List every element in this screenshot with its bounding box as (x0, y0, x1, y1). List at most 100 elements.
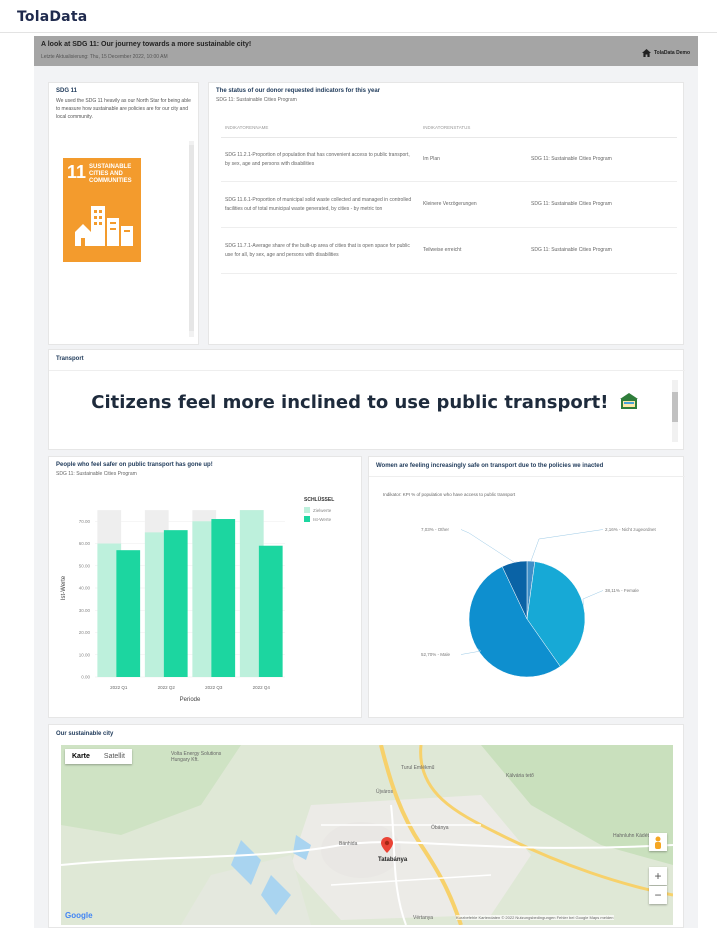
map-footer-links[interactable]: Kurzbefehle Kartendaten © 2022 Nutzungsb… (456, 915, 614, 920)
y-tick-label: 60.00 (79, 541, 91, 546)
legend-label-target: Zielwerte (313, 507, 332, 513)
brand-logo[interactable]: TolaData (17, 9, 87, 25)
indicators-card: The status of our donor requested indica… (208, 82, 684, 345)
pie-label: 2,16% - Nicht zugeordnet (605, 527, 657, 532)
dashboard-frame: A look at SDG 11: Our journey towards a … (34, 36, 698, 928)
map-place-label: Újváros (376, 789, 393, 795)
transport-scrollbar[interactable] (672, 380, 678, 442)
x-tick-label: 2022 Q1 (110, 685, 128, 690)
dashboard-title: A look at SDG 11: Our journey towards a … (41, 41, 252, 48)
zoom-in-button[interactable]: + (649, 867, 667, 885)
bar-chart: 0.00 10.00 20.00 30.00 40.00 50.00 60.00 70.00 2… (61, 510, 285, 703)
table-row[interactable]: SDG 11.7.1-Average share of the built-up… (221, 227, 677, 274)
indicator-status: Kleinere Verzögerungen (419, 181, 527, 228)
pie-label: 7,03% - Other (421, 527, 450, 532)
map-type-toggle[interactable]: Karte Satellit (65, 749, 132, 764)
map-place-label: Hahnluhn Kádétó (613, 833, 652, 839)
map-view[interactable]: Karte Satellit Volta Energy Solutions Hu… (61, 745, 673, 925)
pie-leader-line (582, 590, 604, 606)
google-logo: Google (65, 911, 93, 920)
y-tick-label: 0.00 (81, 675, 90, 680)
indicator-program: SDG 11: Sustainable Cities Program (527, 137, 677, 182)
map-place-label: Bánhida (339, 841, 358, 847)
map-type-karte[interactable]: Karte (65, 749, 97, 764)
legend-item-actual[interactable]: Ist-Werte (304, 516, 359, 522)
table-header-row: INDIKATORENNAME INDIKATORENSTATUS (221, 117, 677, 138)
indicator-program: SDG 11: Sustainable Cities Program (527, 227, 677, 274)
indicators-card-title: The status of our donor requested indica… (216, 88, 381, 94)
indicator-status: Im Plan (419, 137, 527, 182)
sdg-card-scrollbar[interactable] (189, 141, 194, 337)
x-tick-label: 2022 Q3 (205, 685, 223, 690)
bar-actual[interactable] (116, 550, 141, 677)
indicator-name: SDG 11.2.1-Proportion of population that… (221, 137, 419, 182)
transport-banner-text: Citizens feel more inclined to use publi… (91, 392, 609, 413)
indicator-program: SDG 11: Sustainable Cities Program (527, 181, 677, 228)
pie-leader-line (530, 529, 604, 562)
map-place-label: Kálvária tető (506, 773, 534, 779)
map-place-label: Vértanya (413, 915, 434, 921)
bar-card-title: People who feel safer on public transpor… (56, 462, 213, 468)
zoom-out-button[interactable]: − (649, 886, 667, 904)
home-icon (641, 49, 651, 57)
y-tick-label: 20.00 (79, 630, 91, 635)
indicator-status: Teilweise erreicht (419, 227, 527, 274)
column-header-program[interactable] (527, 117, 677, 138)
map-city-label: Tatabánya (378, 857, 408, 863)
x-axis-label: Periode (180, 697, 201, 703)
sdg-card: SDG 11 We used the SDG 11 heavily as our… (48, 82, 199, 345)
y-tick-label: 70.00 (79, 519, 91, 524)
dashboard-header: A look at SDG 11: Our journey towards a … (34, 36, 698, 66)
pie-chart: 2,16% - Nicht zugeordnet 38,11% - Female 5… (421, 527, 657, 678)
column-header-status[interactable]: INDIKATORENSTATUS (419, 117, 527, 138)
map-place-label: Turul Emlékmű (401, 765, 435, 771)
indicator-name: SDG 11.6.1-Proportion of municipal solid… (221, 181, 419, 228)
indicators-card-subtitle: SDG 11: Sustainable Cities Program (216, 97, 297, 103)
bar-chart-card: People who feel safer on public transpor… (48, 456, 362, 718)
transport-card-title: Transport (56, 356, 84, 362)
y-tick-label: 30.00 (79, 608, 91, 613)
y-tick-label: 10.00 (79, 652, 91, 657)
map-card: Our sustainable city Karte Satellit Volt… (48, 724, 684, 928)
legend-label-actual: Ist-Werte (313, 516, 332, 522)
pie-label: 38,11% - Female (605, 588, 639, 593)
map-type-satellit[interactable]: Satellit (97, 749, 132, 764)
pie-label: 52,70% - Male (421, 652, 451, 657)
pie-card-title: Women are feeling increasingly safe on t… (376, 463, 604, 469)
sdg-card-description: We used the SDG 11 heavily as our North … (56, 98, 191, 120)
map-marker-icon[interactable] (381, 837, 393, 853)
bar-actual[interactable] (163, 530, 188, 677)
pie-leader-line (460, 647, 482, 655)
indicator-name: SDG 11.7.1-Average share of the built-up… (221, 227, 419, 274)
buildings-icon (75, 206, 133, 246)
bar-card-subtitle: SDG 11: Sustainable Cities Program (56, 471, 137, 477)
legend-swatch-actual (304, 516, 310, 522)
scroll-thumb[interactable] (189, 145, 194, 331)
user-menu[interactable]: TolaData Demo (641, 49, 690, 57)
user-name: TolaData Demo (653, 50, 690, 56)
train-station-icon (619, 393, 638, 409)
indicators-table: INDIKATORENNAME INDIKATORENSTATUS SDG 11… (221, 117, 677, 274)
map-card-title: Our sustainable city (56, 731, 114, 737)
column-header-name[interactable]: INDIKATORENNAME (221, 117, 419, 138)
scroll-thumb[interactable] (672, 392, 678, 422)
top-navbar: TolaData (0, 0, 717, 33)
bar-actual[interactable] (258, 545, 283, 677)
bar-actual[interactable] (211, 519, 236, 677)
bar-chart-legend: SCHLÜSSEL Zielwerte Ist-Werte (304, 497, 359, 525)
map-place-label: Volta Energy Solutions Hungary Kft. (171, 751, 222, 763)
legend-item-target[interactable]: Zielwerte (304, 507, 359, 513)
table-row[interactable]: SDG 11.6.1-Proportion of municipal solid… (221, 181, 677, 228)
y-axis-label: Ist-Werte (61, 575, 67, 600)
x-tick-label: 2022 Q2 (158, 685, 176, 690)
legend-swatch-target (304, 507, 310, 513)
transport-banner: Citizens feel more inclined to use publi… (49, 392, 681, 413)
last-updated-text: Letzte Aktualisierung: Thu, 15 December … (41, 54, 168, 60)
street-view-icon[interactable] (649, 833, 667, 851)
pie-leader-line (460, 529, 515, 563)
table-row[interactable]: SDG 11.2.1-Proportion of population that… (221, 137, 677, 182)
transport-card: Transport Citizens feel more inclined to… (48, 349, 685, 450)
sdg-card-title: SDG 11 (56, 88, 78, 94)
y-tick-label: 50.00 (79, 563, 91, 568)
x-tick-label: 2022 Q4 (253, 685, 271, 690)
